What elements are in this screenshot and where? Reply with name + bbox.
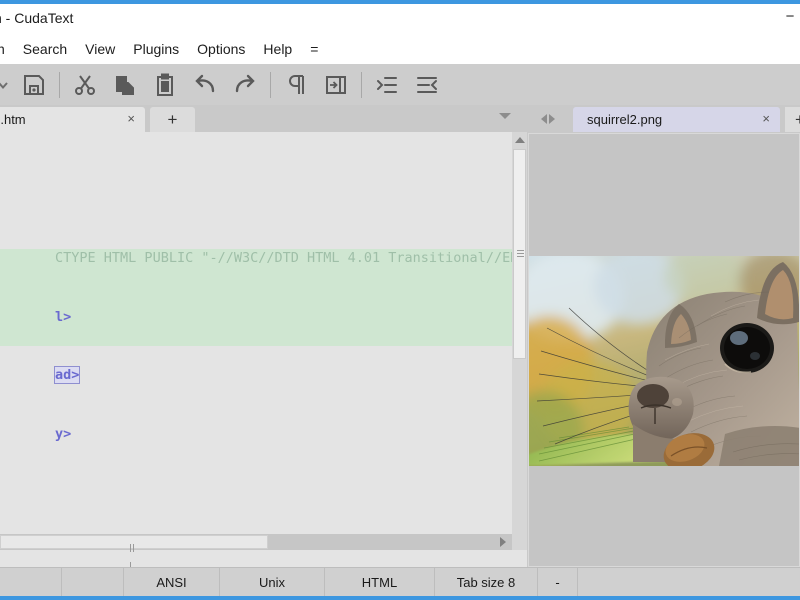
unindent-icon[interactable] bbox=[407, 66, 447, 104]
close-icon[interactable]: × bbox=[762, 112, 770, 126]
toolbar-separator bbox=[59, 72, 60, 98]
window-bottom-accent bbox=[0, 596, 800, 600]
save-icon[interactable] bbox=[14, 66, 54, 104]
status-lexer[interactable]: HTML bbox=[325, 568, 435, 597]
status-empty bbox=[578, 568, 800, 597]
plus-icon: + bbox=[168, 111, 178, 128]
code-line: ad> bbox=[0, 347, 512, 367]
code-line: l> bbox=[0, 288, 512, 308]
editor-tab-bar: ith_js.htm × + bbox=[0, 105, 527, 132]
code-token-head-close: ad> bbox=[55, 367, 79, 383]
toggle-sidepanel-icon[interactable] bbox=[316, 66, 356, 104]
editor-horizontal-scrollbar[interactable] bbox=[0, 534, 527, 550]
status-caret[interactable] bbox=[0, 568, 62, 597]
undo-icon[interactable] bbox=[185, 66, 225, 104]
editor-vertical-scrollbar[interactable] bbox=[512, 132, 527, 550]
scroll-grip bbox=[517, 250, 524, 258]
cudatext-window: h - CudaText − n Search View Plugins Opt… bbox=[0, 0, 800, 600]
new-tab-button[interactable]: + bbox=[150, 107, 195, 132]
window-title: h - CudaText bbox=[0, 10, 73, 26]
code-token-doctype-string: "-//W3C//DTD HTML 4.01 Transitional//EN"… bbox=[201, 250, 512, 266]
copy-icon[interactable] bbox=[105, 66, 145, 104]
menu-search[interactable]: Search bbox=[14, 37, 76, 61]
editor-tab-html-file[interactable]: ith_js.htm × bbox=[0, 107, 145, 132]
title-bar: h - CudaText − bbox=[0, 4, 800, 34]
image-viewer-pane: squirrel2.png × + bbox=[527, 105, 800, 567]
indent-icon[interactable] bbox=[367, 66, 407, 104]
scroll-up-arrow-icon[interactable] bbox=[512, 132, 527, 147]
menu-more[interactable]: = bbox=[301, 37, 327, 61]
close-icon[interactable]: × bbox=[127, 112, 135, 126]
scroll-right-arrow-icon[interactable] bbox=[495, 534, 511, 550]
scrollbar-corner bbox=[512, 534, 527, 550]
code-token-doctype: CTYPE HTML PUBLIC bbox=[55, 250, 201, 266]
code-editor[interactable]: CTYPE HTML PUBLIC "-//W3C//DTD HTML 4.01… bbox=[0, 132, 512, 550]
redo-icon[interactable] bbox=[225, 66, 265, 104]
menu-view[interactable]: View bbox=[76, 37, 124, 61]
menu-edit-truncated[interactable]: n bbox=[0, 37, 14, 61]
plus-icon: + bbox=[795, 110, 800, 130]
toolbar-separator-2 bbox=[270, 72, 271, 98]
code-line: y> bbox=[0, 405, 512, 425]
status-line-ends[interactable]: Unix bbox=[220, 568, 325, 597]
code-token-html-close: l> bbox=[55, 309, 71, 325]
editor-tab-label: ith_js.htm bbox=[0, 112, 26, 127]
menu-bar: n Search View Plugins Options Help = bbox=[0, 34, 800, 64]
status-misc[interactable]: - bbox=[538, 568, 578, 597]
squirrel-photo bbox=[529, 256, 800, 466]
viewer-tab-squirrel-png[interactable]: squirrel2.png × bbox=[573, 107, 780, 132]
chevron-down-icon[interactable] bbox=[0, 66, 14, 104]
menu-help[interactable]: Help bbox=[254, 37, 301, 61]
status-encoding[interactable]: ANSI bbox=[124, 568, 220, 597]
status-selection[interactable] bbox=[62, 568, 124, 597]
paste-icon[interactable] bbox=[145, 66, 185, 104]
viewer-tab-label: squirrel2.png bbox=[587, 112, 662, 127]
viewer-new-tab-button[interactable]: + bbox=[785, 107, 800, 132]
code-line-blank bbox=[0, 464, 512, 484]
toolbar bbox=[0, 64, 800, 105]
chevron-down-icon[interactable] bbox=[499, 113, 511, 119]
left-right-arrows-icon[interactable] bbox=[541, 112, 563, 125]
pilcrow-icon[interactable] bbox=[276, 66, 316, 104]
minimize-button[interactable]: − bbox=[782, 12, 798, 26]
status-bar: ANSI Unix HTML Tab size 8 - bbox=[0, 567, 800, 596]
cut-icon[interactable] bbox=[65, 66, 105, 104]
code-token-body-open: y> bbox=[55, 426, 71, 442]
toolbar-separator-3 bbox=[361, 72, 362, 98]
horizontal-scroll-thumb[interactable] bbox=[0, 535, 268, 549]
vertical-scroll-thumb[interactable] bbox=[513, 149, 526, 359]
code-line: CTYPE HTML PUBLIC "-//W3C//DTD HTML 4.01… bbox=[0, 230, 512, 250]
viewer-tab-bar: squirrel2.png × + bbox=[527, 105, 800, 132]
menu-plugins[interactable]: Plugins bbox=[124, 37, 188, 61]
menu-options[interactable]: Options bbox=[188, 37, 254, 61]
status-tab-size[interactable]: Tab size 8 bbox=[435, 568, 538, 597]
editor-pane: ith_js.htm × + CTYPE HTML PUBLIC "-//W3C… bbox=[0, 105, 527, 567]
image-canvas[interactable] bbox=[528, 133, 800, 567]
scroll-grip bbox=[130, 539, 138, 547]
